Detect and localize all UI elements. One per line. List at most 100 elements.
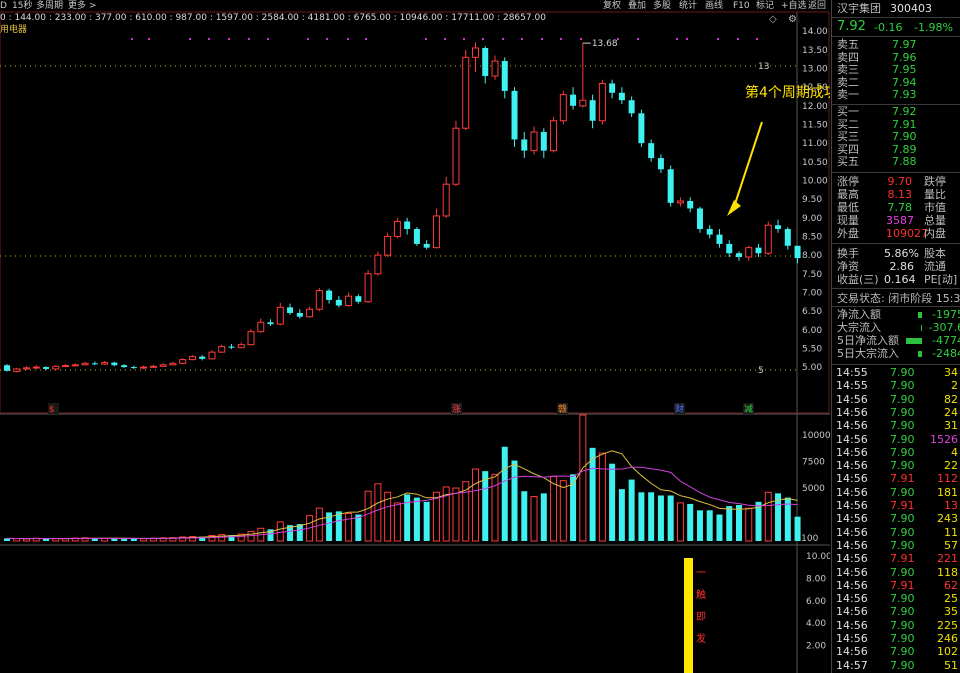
candle [345, 295, 353, 306]
high-price-label: 13.68 [592, 39, 618, 49]
ask-price: 7.95 [892, 63, 917, 77]
candle [384, 235, 392, 256]
candle [296, 312, 303, 317]
volume-bar [43, 538, 50, 541]
candle [393, 221, 401, 237]
tick-price: 7.90 [890, 632, 915, 645]
tick-time: 14:56 [836, 578, 868, 592]
tick-time: 14:56 [836, 592, 868, 606]
indicator-tick-label: 2.00 [806, 642, 826, 652]
stat-value: 8.13 [887, 188, 913, 201]
signal-dot [521, 38, 523, 40]
candle [628, 100, 635, 114]
signal-dot [326, 38, 328, 40]
diamond-icon: ◇ [769, 14, 777, 25]
candle [638, 113, 645, 144]
volume-bar [696, 510, 703, 541]
candle [706, 228, 713, 235]
candle [511, 90, 518, 140]
candle [570, 94, 577, 106]
volume-bar [413, 497, 420, 541]
candle [199, 356, 206, 359]
candle [667, 169, 674, 203]
tick-volume: 31 [944, 419, 958, 433]
candle [374, 254, 382, 275]
chart-area[interactable]: 13514.0013.5013.0012.5012.0011.5011.0010… [0, 0, 830, 673]
price-tick-label: 9.00 [802, 214, 822, 224]
stat-label: 收益(三) [837, 273, 879, 286]
tick-volume: 243 [937, 512, 958, 526]
candle [559, 94, 567, 122]
volume-bar [628, 479, 635, 541]
price-tick-label: 6.00 [802, 326, 822, 336]
tick-volume: 102 [937, 645, 958, 659]
tick-volume: 221 [937, 552, 958, 566]
signal-dot [444, 38, 446, 40]
candle [4, 365, 10, 371]
candle [696, 208, 703, 229]
tick-volume: 51 [944, 658, 958, 672]
volume-tick-label: 7500 [802, 458, 825, 468]
tick-time: 14:56 [836, 605, 868, 619]
tick-time: 14:57 [836, 658, 868, 672]
stat-label: 换手 [837, 247, 859, 260]
stat-value: 5.86% [884, 247, 919, 260]
event-marker-0: $ [49, 405, 55, 415]
candle [794, 245, 801, 259]
candle [101, 362, 109, 365]
event-marker-2: 赣 [558, 403, 567, 415]
tick-price: 7.90 [890, 459, 915, 473]
signal-dot [148, 38, 150, 40]
candle [432, 215, 440, 249]
volume-bar [482, 471, 489, 541]
candle [676, 200, 684, 204]
candle [111, 362, 118, 366]
volume-bar [618, 489, 625, 541]
bid-price: 7.88 [892, 155, 917, 169]
volume-bar [452, 487, 460, 542]
candle [609, 83, 616, 93]
signal-dot [189, 38, 191, 40]
candle [657, 158, 664, 170]
candle [579, 99, 587, 107]
tick-volume: 181 [937, 485, 958, 499]
candle [71, 364, 79, 367]
volume-bar [276, 521, 284, 542]
stat-label: 市值 [924, 201, 946, 214]
tick-volume: 34 [944, 366, 958, 379]
tick-volume: 24 [944, 405, 958, 419]
tick-volume: 112 [937, 472, 958, 486]
candle [482, 47, 489, 76]
tick-price: 7.90 [890, 618, 915, 632]
volume-bar [530, 496, 538, 542]
tick-time: 14:56 [836, 632, 868, 645]
price-tick-label: 9.50 [802, 195, 822, 205]
tick-price: 7.90 [890, 432, 915, 446]
indicator-text-0: 一 [696, 568, 706, 579]
indicator-tick-label: 6.00 [806, 597, 826, 607]
volume-bar [404, 494, 411, 541]
volume-bar [716, 514, 723, 541]
bid-label: 买二 [837, 117, 859, 131]
price-change: -0.16 [874, 21, 903, 34]
tick-price: 7.90 [890, 592, 915, 606]
bid-label: 买一 [837, 105, 859, 118]
candle [335, 299, 342, 306]
volume-bar [374, 483, 382, 542]
tick-price: 7.91 [890, 472, 915, 486]
tick-time: 14:56 [836, 392, 868, 406]
stat-label: 跌停 [924, 175, 946, 188]
stat-value: 0.164 [884, 273, 916, 286]
volume-bar [471, 468, 479, 542]
indicator-tick-label: 10.00 [806, 552, 830, 562]
signal-dot [248, 38, 250, 40]
signal-dot [502, 38, 504, 40]
indicator-bar [684, 558, 693, 673]
stat-value: 9.70 [887, 175, 913, 188]
volume-bar [355, 514, 362, 541]
tick-volume: 35 [944, 605, 958, 619]
volume-bar [121, 538, 128, 541]
candle [326, 290, 333, 300]
candle [218, 346, 226, 353]
volume-bar [335, 511, 342, 541]
